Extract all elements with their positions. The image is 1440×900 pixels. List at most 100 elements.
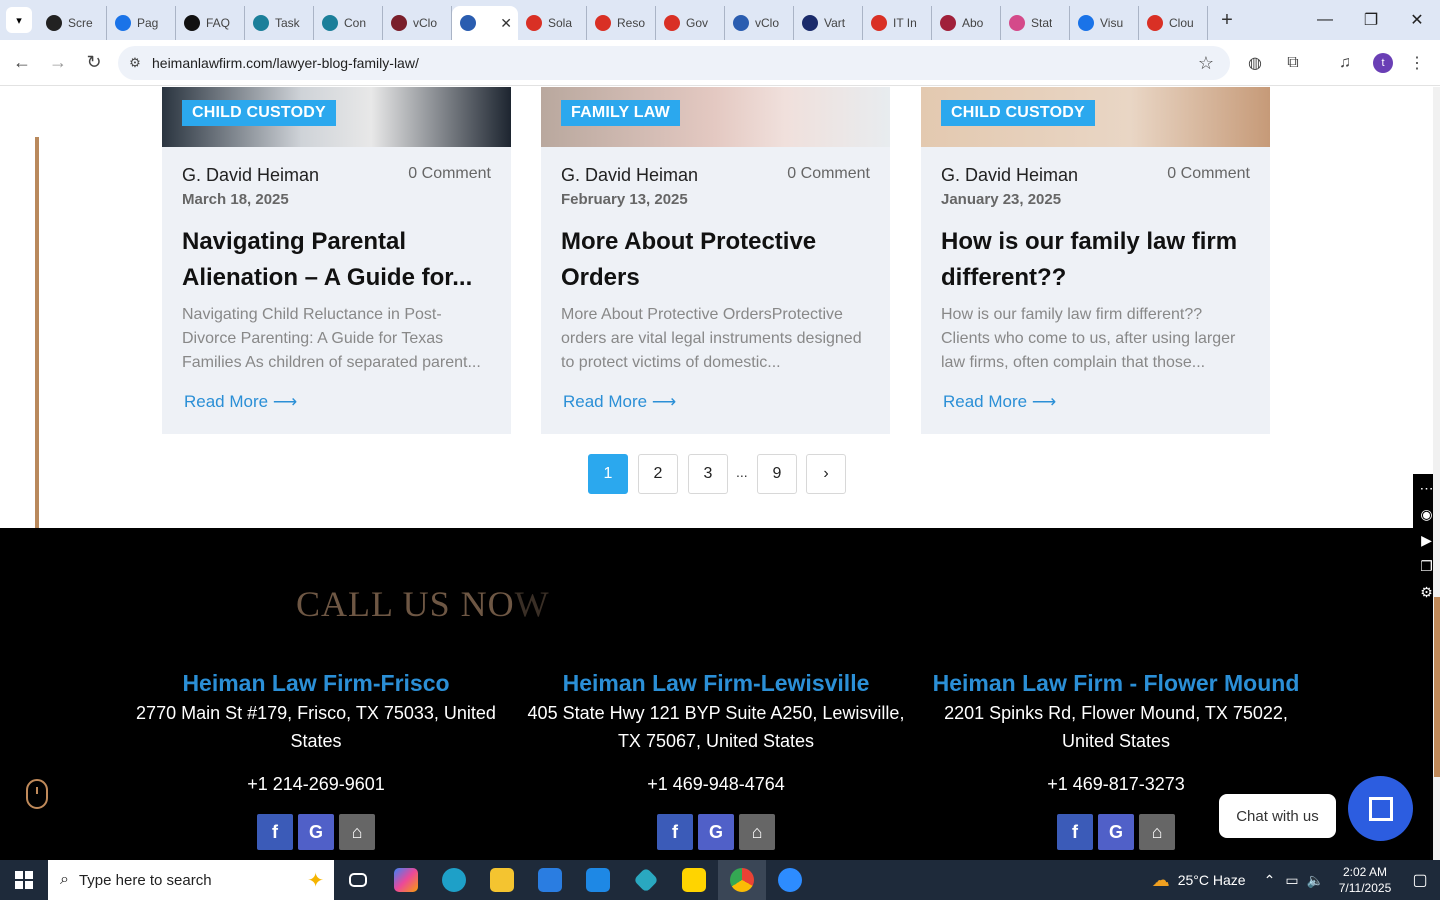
browser-tab[interactable]: IT In (863, 6, 932, 40)
app-icon-teal[interactable] (622, 860, 670, 900)
browser-tab[interactable]: Pag (107, 6, 176, 40)
settings-icon[interactable]: ⚙ (1420, 582, 1433, 602)
translate-icon[interactable]: ◍ (1238, 46, 1272, 80)
windows-taskbar: ⌕ Type here to search ✦ ☁ 25°C Haze ⌃ ▭ … (0, 860, 1440, 900)
post-title[interactable]: More About Protective Orders (561, 224, 876, 296)
tab-label: Con (344, 16, 367, 30)
post-author[interactable]: G. David Heiman (182, 165, 319, 186)
tab-label: Task (275, 16, 300, 30)
store-app-icon[interactable] (526, 860, 574, 900)
facebook-icon[interactable]: f (657, 814, 693, 850)
more-icon[interactable]: ⋯ (1420, 478, 1434, 498)
category-badge[interactable]: CHILD CUSTODY (941, 100, 1095, 126)
post-title[interactable]: How is our family law firm different?? (941, 224, 1256, 296)
map-icon[interactable]: ⌂ (739, 814, 775, 850)
browser-tab[interactable]: Reso (587, 6, 656, 40)
minimize-button[interactable]: — (1302, 0, 1348, 40)
zoom-app-icon[interactable] (766, 860, 814, 900)
google-icon[interactable]: G (298, 814, 334, 850)
browser-tab[interactable]: Stat (1001, 6, 1070, 40)
browser-tab[interactable]: Vart (794, 6, 863, 40)
scrollbar-thumb[interactable] (1434, 597, 1440, 777)
office-phone[interactable]: +1 469-817-3273 (921, 774, 1311, 795)
browser-tab[interactable]: vClo (383, 6, 452, 40)
forward-button[interactable]: → (40, 45, 76, 81)
chat-button[interactable] (1348, 776, 1413, 841)
page-3-button[interactable]: 3 (688, 454, 728, 494)
address-bar[interactable]: ⚙ heimanlawfirm.com/lawyer-blog-family-l… (118, 46, 1230, 80)
profile-avatar[interactable]: t (1366, 46, 1400, 80)
post-comment-count[interactable]: 0 Comment (1167, 165, 1250, 183)
clock[interactable]: 2:02 AM 7/11/2025 (1330, 864, 1400, 896)
browser-tab[interactable]: Gov (656, 6, 725, 40)
blog-post-card: CHILD CUSTODY G. David Heiman 0 Comment Jan… (921, 87, 1270, 434)
video-icon[interactable]: ▶ (1421, 530, 1432, 550)
next-page-button[interactable]: › (806, 454, 846, 494)
browser-tab[interactable]: Scre (38, 6, 107, 40)
page-2-button[interactable]: 2 (638, 454, 678, 494)
office-phone[interactable]: +1 214-269-9601 (121, 774, 511, 795)
read-more-link[interactable]: Read More ⟶ (943, 392, 1056, 412)
post-author[interactable]: G. David Heiman (561, 165, 698, 186)
category-badge[interactable]: CHILD CUSTODY (182, 100, 336, 126)
post-comment-count[interactable]: 0 Comment (787, 165, 870, 183)
category-badge[interactable]: FAMILY LAW (561, 100, 680, 126)
show-hidden-icons-icon[interactable]: ⌃ (1264, 872, 1276, 889)
sticky-notes-icon[interactable] (670, 860, 718, 900)
browser-tab[interactable]: Clou (1139, 6, 1208, 40)
notifications-icon[interactable]: ▢ (1400, 870, 1440, 890)
tab-search-button[interactable]: ▾ (0, 0, 38, 40)
map-icon[interactable]: ⌂ (339, 814, 375, 850)
browser-tab[interactable]: vClo (725, 6, 794, 40)
browser-tab[interactable]: FAQ (176, 6, 245, 40)
office-name[interactable]: Heiman Law Firm-Lewisville (521, 670, 911, 697)
browser-tab[interactable]: Task (245, 6, 314, 40)
google-icon[interactable]: G (698, 814, 734, 850)
reload-button[interactable]: ↻ (76, 45, 112, 81)
post-title[interactable]: Navigating Parental Alienation – A Guide… (182, 224, 497, 296)
edge-app-icon[interactable] (430, 860, 478, 900)
file-explorer-icon[interactable] (478, 860, 526, 900)
back-button[interactable]: ← (4, 45, 40, 81)
bookmark-star-icon[interactable]: ☆ (1198, 53, 1214, 74)
page-1-button[interactable]: 1 (588, 454, 628, 494)
map-icon[interactable]: ⌂ (1139, 814, 1175, 850)
browser-tab[interactable]: Abo (932, 6, 1001, 40)
taskbar-search[interactable]: ⌕ Type here to search ✦ (48, 860, 334, 900)
browser-tab[interactable]: Visu (1070, 6, 1139, 40)
post-comment-count[interactable]: 0 Comment (408, 165, 491, 183)
mail-app-icon[interactable] (574, 860, 622, 900)
page-last-button[interactable]: 9 (757, 454, 797, 494)
task-view-icon[interactable] (334, 860, 382, 900)
tab-close-icon[interactable]: ✕ (500, 15, 512, 32)
window-icon[interactable]: ❐ (1420, 556, 1433, 576)
start-button[interactable] (0, 860, 48, 900)
tab-active[interactable]: ✕ (452, 6, 518, 40)
tab-label: Stat (1031, 16, 1053, 30)
camera-icon[interactable]: ◉ (1420, 504, 1432, 524)
media-control-icon[interactable]: ♫ (1328, 46, 1362, 80)
site-info-icon[interactable]: ⚙ (118, 55, 152, 71)
office-name[interactable]: Heiman Law Firm - Flower Mound (921, 670, 1311, 697)
volume-icon[interactable]: 🔈 (1307, 872, 1324, 889)
chat-with-us-bubble[interactable]: Chat with us (1219, 794, 1336, 838)
chrome-app-icon[interactable] (718, 860, 766, 900)
close-window-button[interactable]: ✕ (1394, 0, 1440, 40)
facebook-icon[interactable]: f (257, 814, 293, 850)
maximize-button[interactable]: ❐ (1348, 0, 1394, 40)
new-tab-button[interactable]: + (1212, 9, 1242, 32)
extensions-icon[interactable]: ⧉ (1276, 46, 1310, 80)
browser-tab[interactable]: Con (314, 6, 383, 40)
weather-text[interactable]: 25°C Haze (1178, 872, 1246, 888)
office-name[interactable]: Heiman Law Firm-Frisco (121, 670, 511, 697)
post-author[interactable]: G. David Heiman (941, 165, 1078, 186)
office-phone[interactable]: +1 469-948-4764 (521, 774, 911, 795)
google-icon[interactable]: G (1098, 814, 1134, 850)
browser-tab[interactable]: Sola (518, 6, 587, 40)
facebook-icon[interactable]: f (1057, 814, 1093, 850)
network-icon[interactable]: ▭ (1285, 872, 1298, 889)
read-more-link[interactable]: Read More ⟶ (563, 392, 676, 412)
browser-menu-icon[interactable]: ⋮ (1400, 46, 1434, 80)
read-more-link[interactable]: Read More ⟶ (184, 392, 297, 412)
copilot-app-icon[interactable] (382, 860, 430, 900)
